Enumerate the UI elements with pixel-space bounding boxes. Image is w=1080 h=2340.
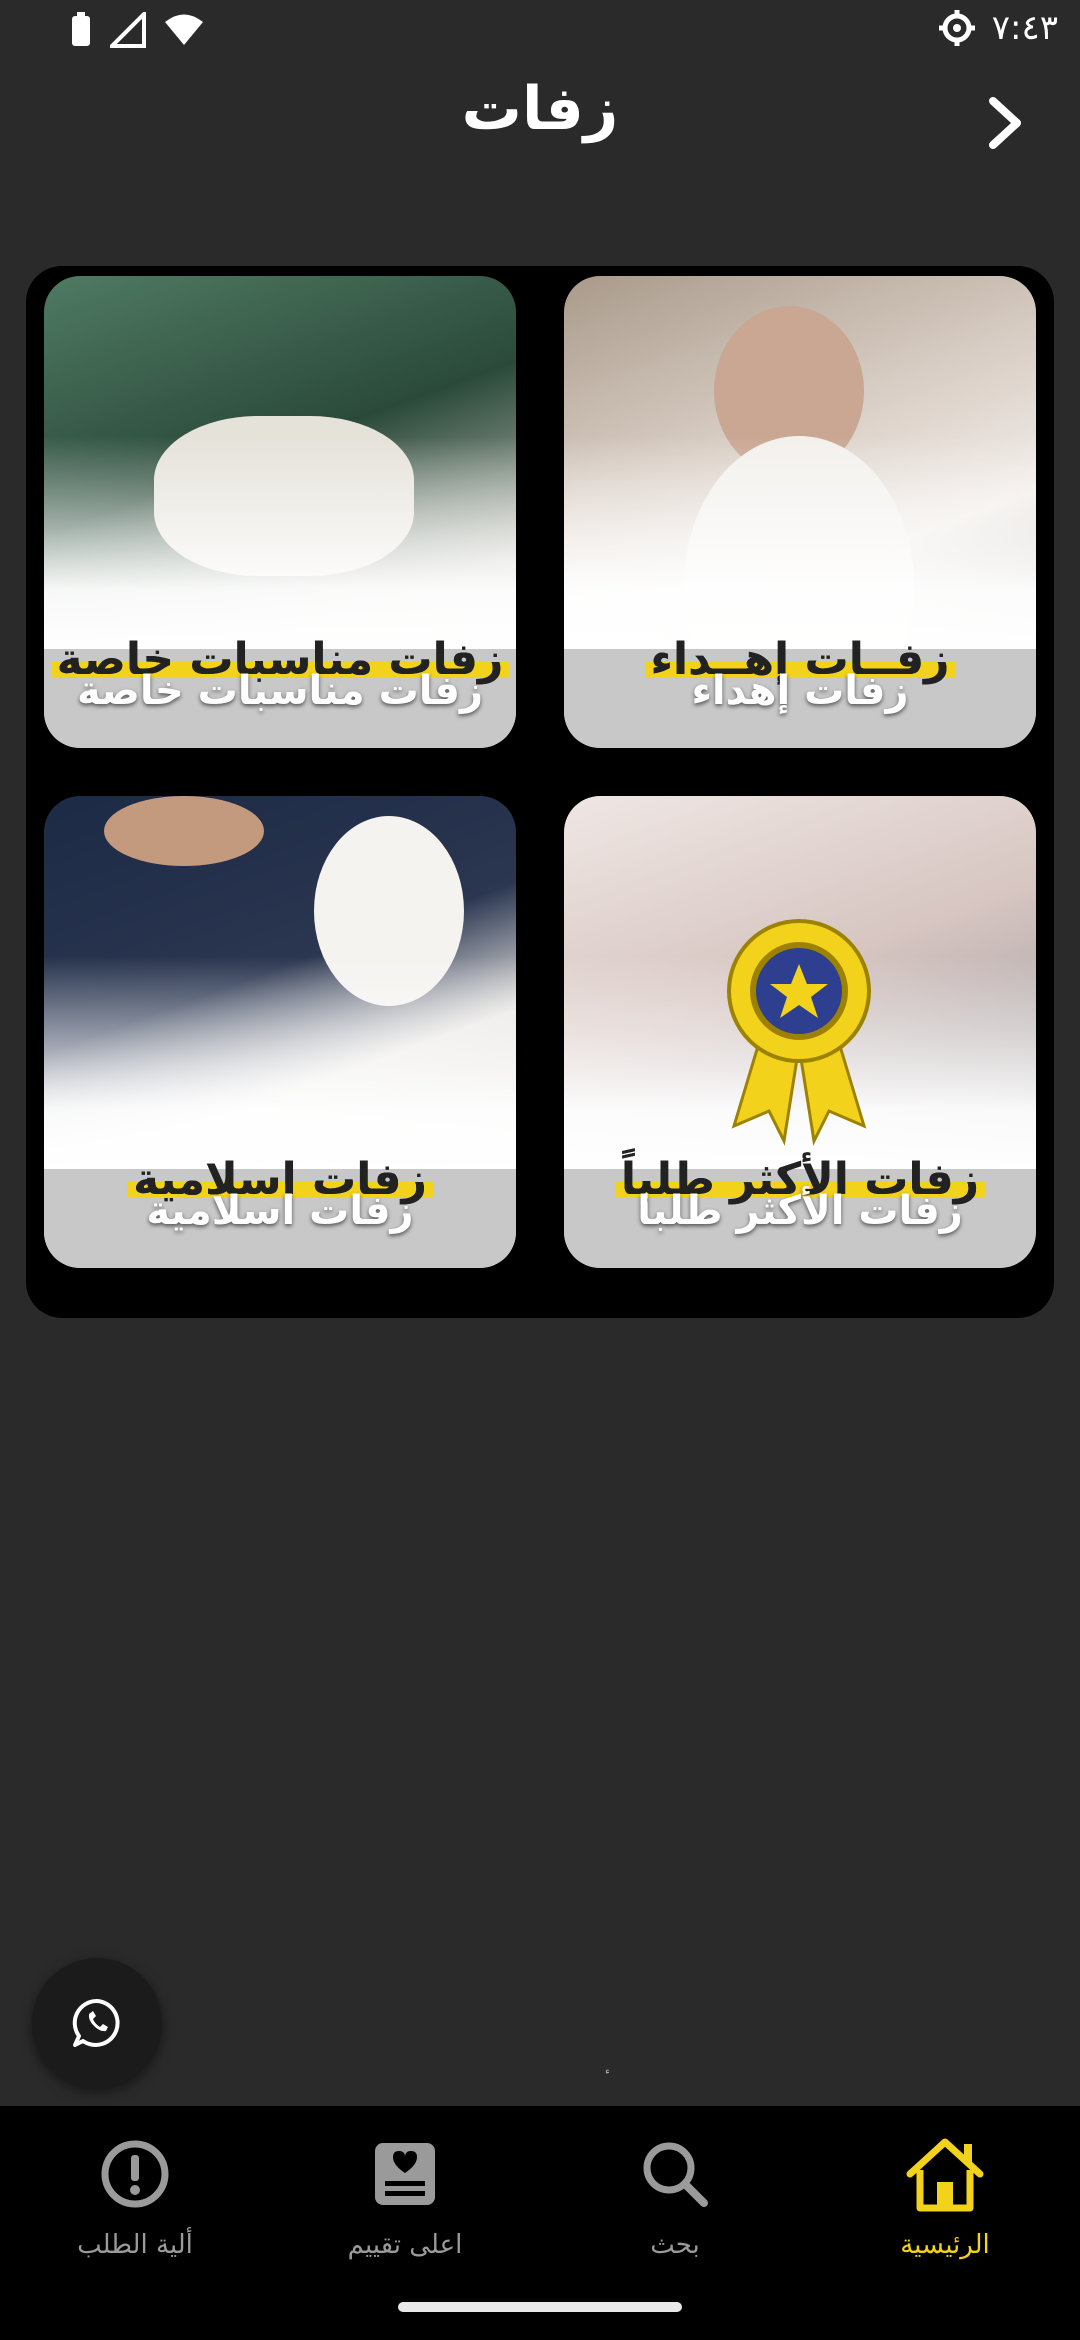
award-ribbon-icon — [727, 919, 871, 1146]
back-button[interactable] — [970, 88, 1040, 158]
home-indicator[interactable] — [398, 2302, 682, 2312]
nav-item-home[interactable]: الرئيسية — [810, 2126, 1080, 2296]
nav-label: ألية الطلب — [77, 2230, 193, 2260]
page-title: زفات — [461, 74, 619, 144]
chevron-right-icon — [989, 97, 1021, 149]
category-card-most-requested[interactable]: زفات الأكثر طلباً زفات الأكثر طلبا — [564, 796, 1036, 1268]
category-card-islamic[interactable]: زفات اسلامية زفات اسلامية — [44, 796, 516, 1268]
card-label: زفات مناسبات خاصة — [76, 668, 484, 714]
nav-label: بحث — [650, 2230, 700, 2260]
cellular-signal-icon — [110, 12, 146, 48]
battery-icon — [72, 12, 90, 46]
alert-icon — [101, 2140, 169, 2208]
nav-label: اعلى تقييم — [347, 2230, 463, 2260]
search-icon — [643, 2142, 708, 2207]
card-label: زفات اسلامية — [146, 1188, 414, 1234]
header: زفات — [0, 62, 1080, 182]
settings-gear-icon — [938, 10, 975, 46]
whatsapp-icon — [72, 1998, 120, 2047]
rating-icon — [375, 2143, 435, 2205]
status-time: ٧:٤٣ — [991, 8, 1058, 48]
nav-item-top-rated[interactable]: اعلى تقييم — [270, 2126, 540, 2296]
home-icon — [906, 2138, 984, 2212]
card-label: زفات الأكثر طلبا — [637, 1188, 963, 1234]
nav-item-request-procedure[interactable]: ألية الطلب — [0, 2126, 270, 2296]
category-card-special-occasions[interactable]: زفات مناسبات خاصة زفات مناسبات خاصة — [44, 276, 516, 748]
card-label: زفات إهداء — [691, 668, 909, 714]
wifi-icon — [165, 14, 203, 45]
status-bar: ٧:٤٣ — [0, 0, 1080, 62]
category-card-ihdaa[interactable]: زفــات إهــداء زفات إهداء — [564, 276, 1036, 748]
category-grid: زفــات إهــداء زفات إهداء زفات مناسبات خ… — [26, 266, 1054, 1318]
nav-item-search[interactable]: بحث — [540, 2126, 810, 2296]
whatsapp-button[interactable] — [32, 1958, 162, 2088]
status-icons — [70, 12, 204, 48]
nav-label: الرئيسية — [900, 2230, 990, 2260]
